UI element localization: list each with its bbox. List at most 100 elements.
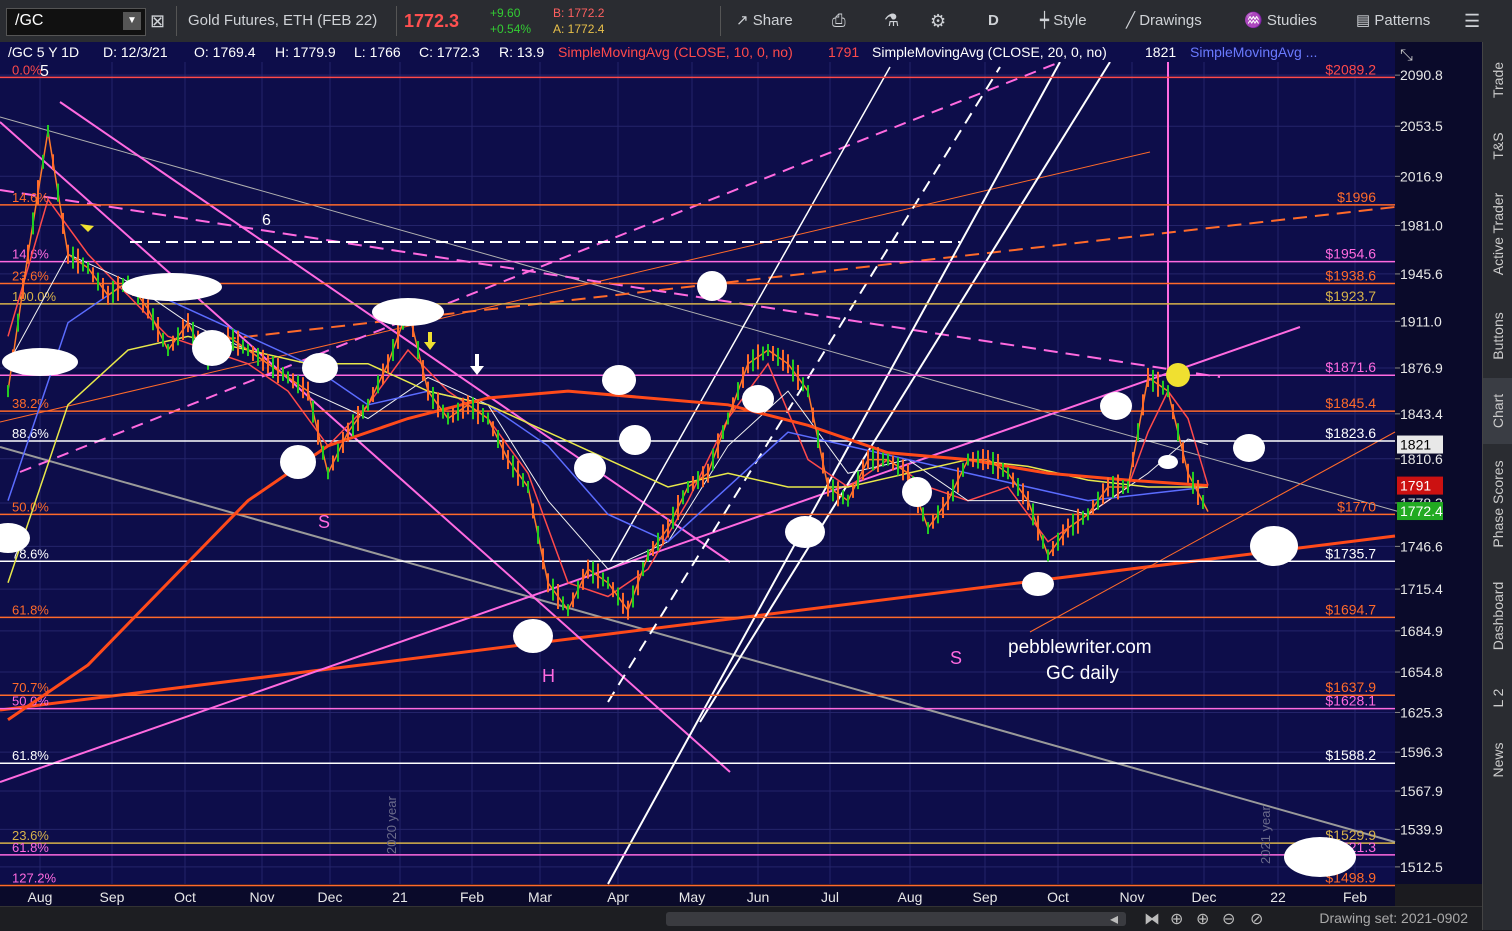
y-tick-label: 2053.5 (1400, 118, 1443, 134)
marker (1100, 392, 1132, 420)
x-tick-label: Nov (1120, 889, 1145, 905)
x-tick-label: Oct (1047, 889, 1069, 905)
tab-news[interactable]: News (1483, 728, 1512, 792)
tab-dashboard[interactable]: Dashboard (1483, 564, 1512, 668)
tab-time-and-sales[interactable]: T&S (1483, 118, 1512, 174)
chart-toolbar: /GC ▼ ⊠ Gold Futures, ETH (FEB 22) 1772.… (0, 0, 1512, 43)
last-price: 1772.3 (404, 11, 460, 31)
patterns-button[interactable]: ▤ Patterns (1356, 0, 1430, 42)
y-tick-label: 1843.4 (1400, 406, 1443, 422)
x-tick-label: Jun (747, 889, 770, 905)
menu-icon[interactable]: ☰ (1464, 0, 1480, 42)
aggregation-button[interactable]: D (988, 0, 999, 42)
candle-icon: ┿ (1040, 12, 1050, 29)
chart-scrollbar[interactable] (666, 912, 1126, 926)
y-tick-label: 1567.9 (1400, 783, 1443, 799)
x-tick-label: Oct (174, 889, 196, 905)
y-tick-label: 2090.8 (1400, 67, 1443, 83)
x-tick-label: Aug (28, 889, 53, 905)
flask-icon[interactable]: ⚗ (884, 0, 899, 42)
level-label: $1588.2 (1325, 747, 1376, 763)
y-tick-label: 2016.9 (1400, 168, 1443, 184)
header-date: D: 12/3/21 (103, 44, 168, 60)
marker (1233, 434, 1265, 462)
marker (280, 445, 316, 479)
chart-caption: GC daily (1046, 663, 1119, 684)
expand-icon[interactable]: ⧓ (1144, 909, 1160, 929)
x-tick-label: Sep (100, 889, 125, 905)
reset-zoom-icon[interactable]: ⊘ (1250, 909, 1263, 929)
marker (1158, 455, 1178, 469)
symbol-input[interactable]: /GC ▼ (6, 8, 146, 36)
drawings-button[interactable]: ╱ Drawings (1126, 0, 1202, 42)
price-chart[interactable]: $2089.2 $1996 $1954.6 $1938.6 $1923.7 $1871.6… (0, 42, 1482, 906)
sma20-value: 1821 (1145, 44, 1176, 60)
tab-chart[interactable]: Chart (1483, 378, 1512, 444)
zoom-in-icon[interactable]: ⊕ (1196, 909, 1209, 929)
marker (122, 273, 222, 301)
level-label: $1954.6 (1325, 246, 1376, 262)
header-high: H: 1779.9 (275, 44, 336, 60)
change-percent: +0.54% (490, 22, 532, 36)
fib-label: 61.8% (12, 840, 49, 855)
snapshot-icon[interactable]: ⎙ (832, 0, 846, 42)
studies-button[interactable]: ♒ Studies (1244, 0, 1317, 42)
watermark: pebblewriter.com (1008, 637, 1152, 658)
sma20-label: SimpleMovingAvg (CLOSE, 20, 0, no) (872, 44, 1107, 60)
y-tick-label: 1746.6 (1400, 538, 1443, 554)
marker (619, 425, 651, 455)
x-tick-label: Dec (318, 889, 343, 905)
x-tick-label: 21 (392, 889, 408, 905)
symbol-description: Gold Futures, ETH (FEB 22) (188, 12, 378, 29)
tab-level2[interactable]: L 2 (1483, 668, 1512, 728)
fib-label: 127.2% (12, 871, 57, 886)
bid-price: B: 1772.2 (553, 6, 605, 20)
tab-trade[interactable]: Trade (1483, 42, 1512, 118)
x-tick-label: Feb (460, 889, 484, 905)
x-tick-label: Apr (607, 889, 629, 905)
pattern-label: S (950, 648, 962, 668)
level-label: $1871.6 (1325, 359, 1376, 375)
fib-label: 0.0% (12, 62, 42, 77)
tab-buttons[interactable]: Buttons (1483, 294, 1512, 378)
year-label: 2020 year (384, 796, 399, 854)
x-tick-label: Mar (528, 889, 552, 905)
marker (742, 385, 774, 413)
collapse-icon[interactable]: ⤡ (1400, 47, 1413, 64)
symbol-text: /GC (15, 12, 44, 29)
y-tick-label: 1625.3 (1400, 704, 1443, 720)
level-label: $1770 (1337, 498, 1376, 514)
y-tick-label: 1684.9 (1400, 623, 1443, 639)
level-label: $1823.6 (1325, 425, 1376, 441)
style-button[interactable]: ┿ Style (1040, 0, 1087, 42)
close-icon[interactable]: ⊠ (150, 0, 165, 42)
chevron-down-icon[interactable]: ▼ (123, 12, 141, 30)
marker (602, 365, 636, 395)
scroll-left-icon[interactable]: ◂ (1110, 909, 1118, 929)
wave-label: 6 (262, 212, 271, 229)
wave-label: 5 (40, 63, 49, 80)
marker (785, 516, 825, 548)
tab-phase-scores[interactable]: Phase Scores (1483, 444, 1512, 564)
marker (513, 619, 553, 653)
studies-icon: ♒ (1244, 12, 1263, 29)
year-label: 2021 year (1258, 806, 1273, 864)
sma10-value: 1791 (828, 44, 859, 60)
marker (1284, 837, 1356, 877)
crosshair-icon[interactable]: ⊕ (1170, 909, 1183, 929)
header-open: O: 1769.4 (194, 44, 256, 60)
header-close: C: 1772.3 (419, 44, 480, 60)
share-button[interactable]: ↗ Share (736, 0, 793, 42)
marker (192, 330, 232, 366)
tab-active-trader[interactable]: Active Trader (1483, 174, 1512, 294)
level-label: $1923.7 (1325, 288, 1376, 304)
fib-label: 50.0% (12, 499, 49, 514)
price-badge-label: 1791 (1400, 478, 1431, 494)
zoom-out-icon[interactable]: ⊖ (1222, 909, 1235, 929)
price-badges: 1821 1791 1772.4 (1397, 435, 1443, 521)
drawing-set-label: Drawing set: 2021-0902 (1319, 910, 1468, 926)
y-tick-label: 1911.0 (1400, 313, 1442, 329)
gear-icon[interactable]: ⚙ (930, 0, 946, 42)
x-tick-label: 22 (1270, 889, 1286, 905)
marker (372, 298, 444, 326)
